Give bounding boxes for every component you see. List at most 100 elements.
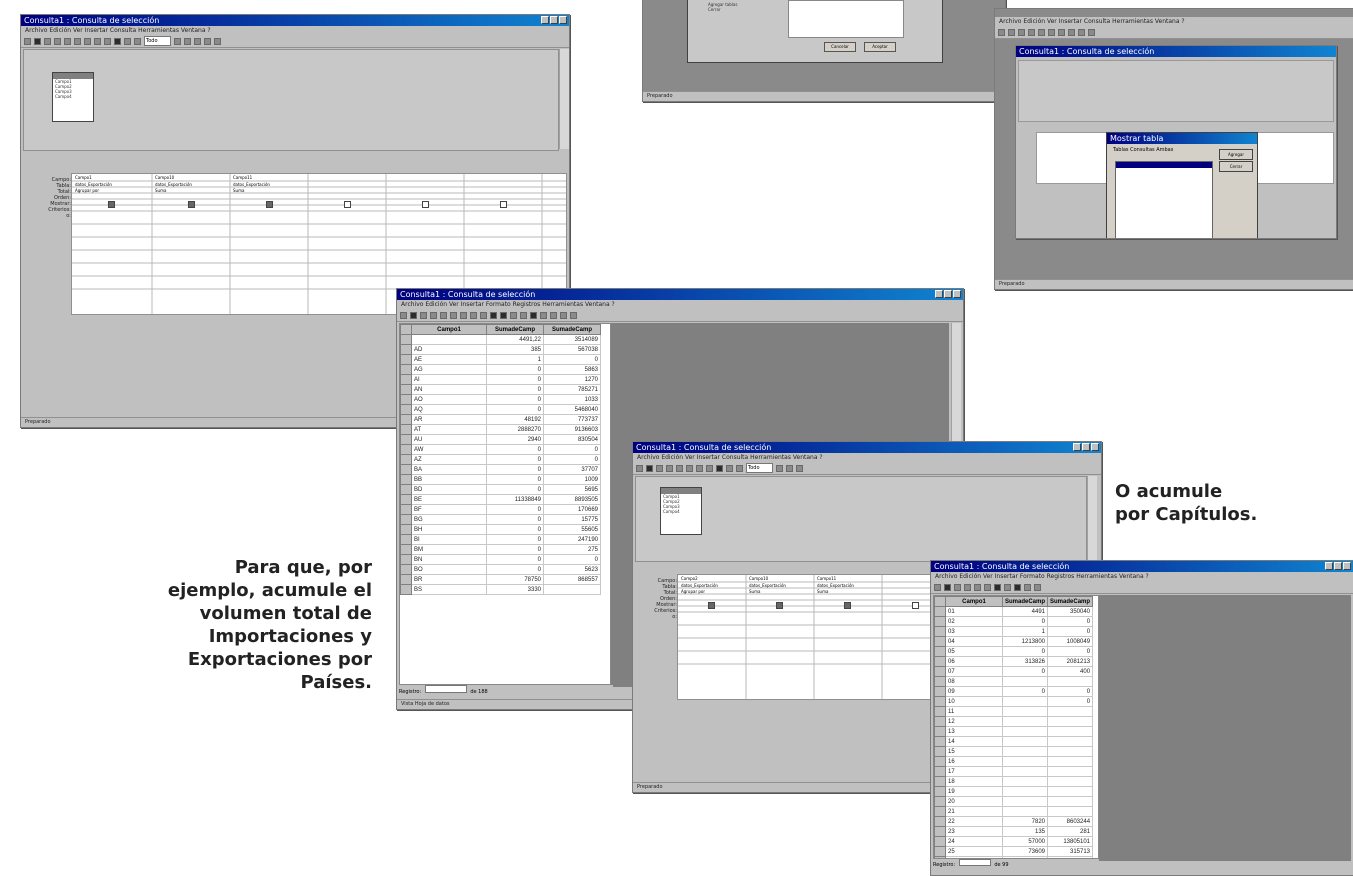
view-icon[interactable]	[636, 464, 643, 472]
row-selector[interactable]	[934, 686, 946, 697]
table-cell[interactable]: 400	[1047, 666, 1094, 677]
table-cell[interactable]	[1001, 726, 1049, 737]
view-icon[interactable]	[24, 37, 31, 45]
row-selector[interactable]	[400, 404, 412, 415]
table-cell[interactable]: 315713	[1047, 846, 1094, 857]
table-row[interactable]: 12	[934, 716, 1094, 727]
table-cell[interactable]: 0	[1047, 616, 1094, 627]
print-icon[interactable]	[656, 464, 663, 472]
table-cell[interactable]: 19	[945, 786, 1003, 797]
database-window-icon[interactable]	[560, 311, 567, 319]
row-selector[interactable]	[400, 554, 412, 565]
table-cell[interactable]: 2081213	[1047, 656, 1094, 667]
table-row[interactable]: BH 0 55605	[400, 524, 601, 535]
table-cell[interactable]: 7820	[1001, 816, 1049, 827]
row-selector[interactable]	[400, 584, 412, 595]
minimize-button[interactable]	[935, 290, 943, 298]
grid-cell-field[interactable]: Campo1	[75, 175, 92, 180]
table-cell[interactable]: 830504	[543, 434, 601, 445]
close-button[interactable]	[559, 16, 567, 24]
table-cell[interactable]: 10	[945, 696, 1003, 707]
table-cell[interactable]: 8893505	[543, 494, 601, 505]
table-cell[interactable]: 0	[543, 454, 601, 465]
menu-bar[interactable]: Archivo Edición Ver Insertar Formato Reg…	[931, 572, 1353, 581]
table-cell[interactable]: 567038	[543, 344, 601, 355]
table-cell[interactable]: 9136603	[543, 424, 601, 435]
field-list-item[interactable]: Campo4	[53, 94, 93, 99]
vertical-scrollbar[interactable]	[559, 49, 569, 149]
row-selector[interactable]	[400, 364, 412, 375]
show-checkbox[interactable]	[188, 201, 195, 208]
record-number-input[interactable]	[424, 685, 467, 693]
help-icon[interactable]	[796, 464, 803, 472]
table-cell[interactable]: 0	[543, 444, 601, 455]
field-list-box[interactable]: Campo1 Campo2 Campo3 Campo4	[52, 72, 94, 122]
field-list-box[interactable]: Campo1 Campo2 Campo3 Campo4	[660, 487, 702, 535]
table-cell[interactable]: 0	[1047, 696, 1094, 707]
table-cell[interactable]	[1047, 726, 1094, 737]
paste-icon[interactable]	[686, 464, 693, 472]
table-row[interactable]: 05 0 0	[934, 646, 1094, 657]
table-row[interactable]: 21	[934, 806, 1094, 817]
show-checkbox[interactable]	[912, 602, 919, 609]
show-table-icon[interactable]	[124, 37, 131, 45]
title-bar[interactable]: Consulta1 : Consulta de selección	[397, 289, 963, 300]
totals-icon[interactable]	[1078, 28, 1085, 36]
column-header[interactable]: Campo1	[945, 596, 1003, 607]
table-cell[interactable]: 0	[486, 404, 544, 415]
properties-icon[interactable]	[174, 37, 181, 45]
row-selector[interactable]	[934, 726, 946, 737]
grid-cell-field[interactable]: Campo11	[233, 175, 252, 180]
table-cell[interactable]	[1047, 796, 1094, 807]
row-selector[interactable]	[400, 454, 412, 465]
table-cell[interactable]	[1001, 736, 1049, 747]
table-cell[interactable]: 3330	[486, 584, 544, 595]
table-cell[interactable]: 0	[486, 384, 544, 395]
table-cell[interactable]: BG	[411, 514, 487, 525]
table-cell[interactable]: 385	[486, 344, 544, 355]
minimize-button[interactable]	[1073, 443, 1081, 451]
table-row[interactable]: BF 0 170669	[400, 504, 601, 515]
table-row[interactable]: AG 0 5863	[400, 364, 601, 375]
build-icon[interactable]	[184, 37, 191, 45]
row-selector[interactable]	[400, 544, 412, 555]
table-cell[interactable]	[1001, 766, 1049, 777]
table-row[interactable]: AW 0 0	[400, 444, 601, 455]
row-selector[interactable]	[934, 796, 946, 807]
column-header[interactable]: SumadeCamp	[1001, 596, 1049, 607]
table-cell[interactable]: 0	[486, 564, 544, 575]
table-cell[interactable]: 0	[1047, 686, 1094, 697]
table-cell[interactable]	[1001, 786, 1049, 797]
top-values-combo[interactable]: Todo	[144, 36, 171, 46]
grid-cell-total[interactable]: Suma	[749, 589, 760, 594]
row-selector[interactable]	[934, 816, 946, 827]
table-cell[interactable]: 48192	[486, 414, 544, 425]
apply-filter-icon[interactable]	[520, 311, 527, 319]
menu-bar[interactable]: Archivo Edición Ver Insertar Consulta He…	[995, 17, 1353, 26]
table-cell[interactable]: 281	[1047, 826, 1094, 837]
table-row[interactable]: AU 2940 830504	[400, 434, 601, 445]
save-icon[interactable]	[944, 583, 951, 591]
table-row[interactable]: 15	[934, 746, 1094, 757]
sort-desc-icon[interactable]	[500, 311, 507, 319]
dialog-list[interactable]	[788, 0, 904, 38]
add-button[interactable]: Agregar	[1219, 149, 1253, 160]
table-cell[interactable]: BN	[411, 554, 487, 565]
table-cell[interactable]: 1033	[543, 394, 601, 405]
table-row[interactable]: 09 0 0	[934, 686, 1094, 697]
view-icon[interactable]	[934, 583, 941, 591]
table-cell[interactable]: BD	[411, 484, 487, 495]
query-type-icon[interactable]	[104, 37, 111, 45]
row-selector[interactable]	[400, 564, 412, 575]
table-cell[interactable]: AT	[411, 424, 487, 435]
table-cell[interactable]	[543, 584, 601, 595]
table-row[interactable]: BM 0 275	[400, 544, 601, 555]
row-selector[interactable]	[934, 616, 946, 627]
table-cell[interactable]: 55605	[543, 524, 601, 535]
close-button[interactable]	[953, 290, 961, 298]
row-selector[interactable]	[934, 646, 946, 657]
table-row[interactable]: AZ 0 0	[400, 454, 601, 465]
grid-cell-field[interactable]: Campo10	[155, 175, 174, 180]
table-cell[interactable]: AU	[411, 434, 487, 445]
view-icon[interactable]	[998, 28, 1005, 36]
